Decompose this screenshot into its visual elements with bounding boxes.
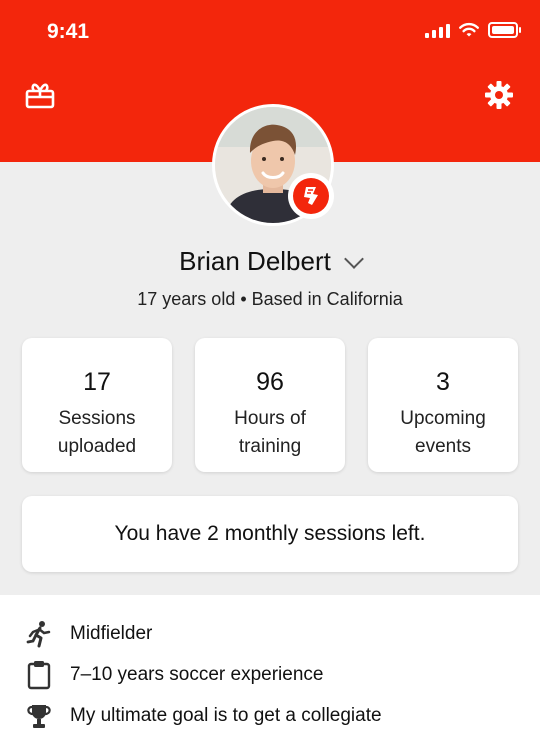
boot-badge-icon xyxy=(288,173,334,219)
chevron-down-icon[interactable] xyxy=(343,248,364,269)
detail-goal: My ultimate goal is to get a collegiate xyxy=(24,701,382,731)
gift-icon[interactable] xyxy=(25,80,55,115)
stat-value: 96 xyxy=(256,368,284,396)
stat-label: Sessions uploaded xyxy=(22,405,172,461)
sessions-left-text: You have 2 monthly sessions left. xyxy=(114,522,426,545)
stat-label-line: uploaded xyxy=(57,436,137,457)
stat-value: 17 xyxy=(83,368,111,396)
stat-card-events[interactable]: 3 Upcoming events xyxy=(368,338,518,472)
stat-label: Hours of training xyxy=(195,405,345,461)
profile-name: Brian Delbert xyxy=(179,246,331,276)
stat-label-line: Sessions xyxy=(58,408,136,429)
stat-label-line: Hours of xyxy=(234,408,306,429)
stat-card-sessions[interactable]: 17 Sessions uploaded xyxy=(22,338,172,472)
detail-position: Midfielder xyxy=(24,619,152,649)
stat-label: Upcoming events xyxy=(368,405,518,461)
clipboard-icon xyxy=(24,660,54,690)
detail-text: My ultimate goal is to get a collegiate xyxy=(70,705,382,726)
stat-label-line: events xyxy=(415,436,471,457)
status-time: 9:41 xyxy=(47,20,90,43)
status-bar: 9:41 xyxy=(0,0,540,62)
stat-label-line: Upcoming xyxy=(400,408,486,429)
wifi-icon xyxy=(459,22,479,37)
profile-name-row[interactable]: Brian Delbert xyxy=(0,246,540,277)
stats-cards: 17 Sessions uploaded 96 Hours of trainin… xyxy=(22,338,518,472)
profile-screen: 9:41 Brian Delbert 17 years old • Based … xyxy=(0,0,540,728)
detail-experience: 7–10 years soccer experience xyxy=(24,660,323,690)
stat-value: 3 xyxy=(436,368,450,396)
cellular-signal-icon xyxy=(425,22,450,38)
status-icons xyxy=(425,22,521,38)
gear-icon[interactable] xyxy=(484,80,514,115)
sessions-left-banner[interactable]: You have 2 monthly sessions left. xyxy=(22,496,518,572)
detail-text: 7–10 years soccer experience xyxy=(70,664,324,685)
detail-text: Midfielder xyxy=(70,623,153,644)
stat-card-hours[interactable]: 96 Hours of training xyxy=(195,338,345,472)
runner-icon xyxy=(24,619,54,649)
battery-icon xyxy=(488,22,521,38)
profile-subline: 17 years old • Based in California xyxy=(137,289,403,309)
profile-details-list: Midfielder 7–10 years soccer experience xyxy=(0,595,540,728)
trophy-icon xyxy=(24,701,54,731)
stat-label-line: training xyxy=(238,436,302,457)
